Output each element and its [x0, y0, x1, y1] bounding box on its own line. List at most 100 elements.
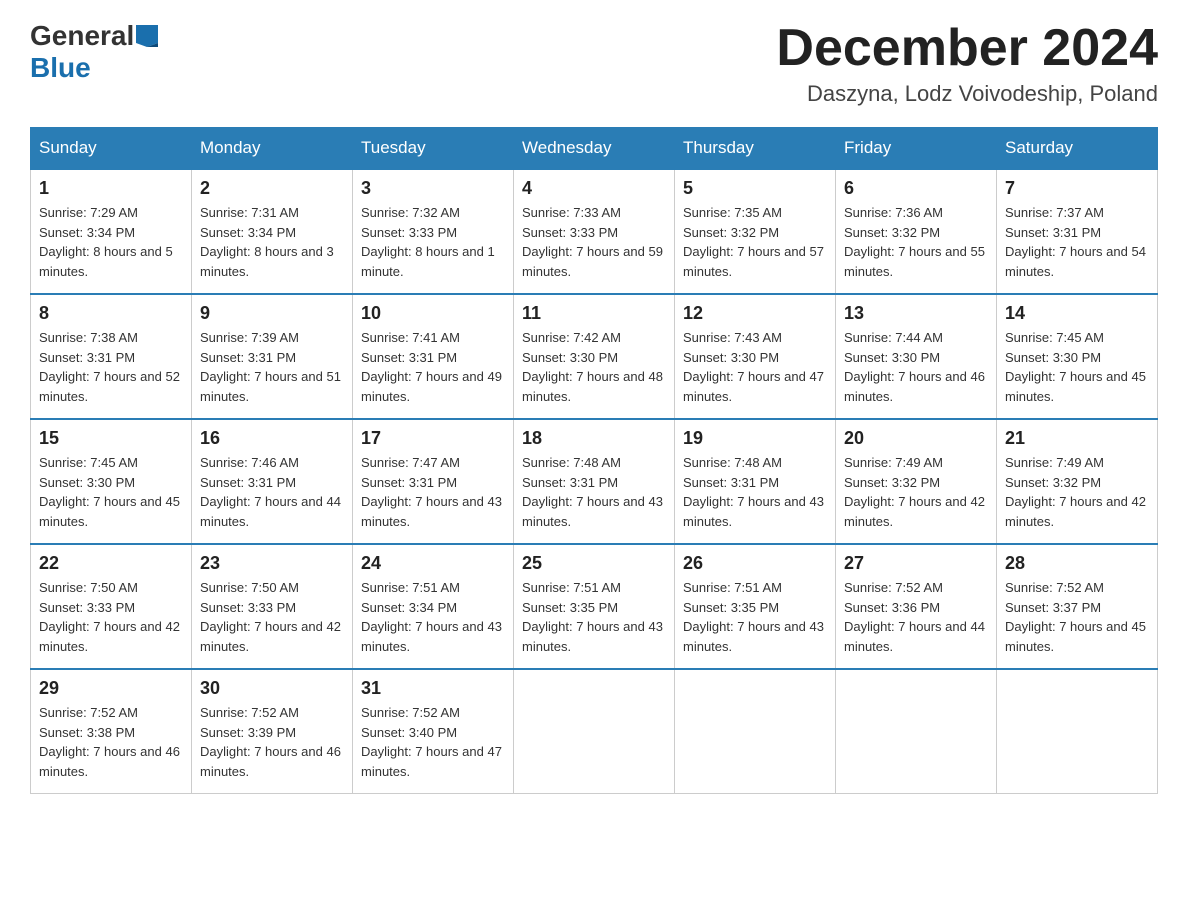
calendar-cell: 5 Sunrise: 7:35 AMSunset: 3:32 PMDayligh… — [675, 169, 836, 294]
calendar-cell: 31 Sunrise: 7:52 AMSunset: 3:40 PMDaylig… — [353, 669, 514, 794]
calendar-cell: 11 Sunrise: 7:42 AMSunset: 3:30 PMDaylig… — [514, 294, 675, 419]
day-number: 27 — [844, 553, 988, 574]
day-info: Sunrise: 7:35 AMSunset: 3:32 PMDaylight:… — [683, 205, 824, 279]
day-number: 21 — [1005, 428, 1149, 449]
calendar-cell: 27 Sunrise: 7:52 AMSunset: 3:36 PMDaylig… — [836, 544, 997, 669]
day-info: Sunrise: 7:32 AMSunset: 3:33 PMDaylight:… — [361, 205, 495, 279]
calendar-cell: 30 Sunrise: 7:52 AMSunset: 3:39 PMDaylig… — [192, 669, 353, 794]
day-number: 24 — [361, 553, 505, 574]
calendar-cell: 12 Sunrise: 7:43 AMSunset: 3:30 PMDaylig… — [675, 294, 836, 419]
day-number: 17 — [361, 428, 505, 449]
calendar-cell: 28 Sunrise: 7:52 AMSunset: 3:37 PMDaylig… — [997, 544, 1158, 669]
day-info: Sunrise: 7:51 AMSunset: 3:35 PMDaylight:… — [683, 580, 824, 654]
day-info: Sunrise: 7:45 AMSunset: 3:30 PMDaylight:… — [1005, 330, 1146, 404]
day-number: 25 — [522, 553, 666, 574]
day-number: 10 — [361, 303, 505, 324]
day-info: Sunrise: 7:46 AMSunset: 3:31 PMDaylight:… — [200, 455, 341, 529]
day-number: 2 — [200, 178, 344, 199]
calendar-cell: 24 Sunrise: 7:51 AMSunset: 3:34 PMDaylig… — [353, 544, 514, 669]
col-header-thursday: Thursday — [675, 128, 836, 170]
day-number: 9 — [200, 303, 344, 324]
calendar-header-row: SundayMondayTuesdayWednesdayThursdayFrid… — [31, 128, 1158, 170]
calendar-cell — [675, 669, 836, 794]
calendar-week-row: 15 Sunrise: 7:45 AMSunset: 3:30 PMDaylig… — [31, 419, 1158, 544]
logo-blue: Blue — [30, 52, 91, 84]
calendar-cell: 13 Sunrise: 7:44 AMSunset: 3:30 PMDaylig… — [836, 294, 997, 419]
calendar-cell: 15 Sunrise: 7:45 AMSunset: 3:30 PMDaylig… — [31, 419, 192, 544]
day-info: Sunrise: 7:37 AMSunset: 3:31 PMDaylight:… — [1005, 205, 1146, 279]
calendar-cell: 21 Sunrise: 7:49 AMSunset: 3:32 PMDaylig… — [997, 419, 1158, 544]
day-number: 26 — [683, 553, 827, 574]
day-number: 15 — [39, 428, 183, 449]
calendar-cell: 4 Sunrise: 7:33 AMSunset: 3:33 PMDayligh… — [514, 169, 675, 294]
logo-icon — [136, 25, 158, 47]
calendar-week-row: 8 Sunrise: 7:38 AMSunset: 3:31 PMDayligh… — [31, 294, 1158, 419]
day-number: 13 — [844, 303, 988, 324]
calendar-cell: 16 Sunrise: 7:46 AMSunset: 3:31 PMDaylig… — [192, 419, 353, 544]
day-number: 19 — [683, 428, 827, 449]
calendar-cell: 1 Sunrise: 7:29 AMSunset: 3:34 PMDayligh… — [31, 169, 192, 294]
day-number: 29 — [39, 678, 183, 699]
col-header-wednesday: Wednesday — [514, 128, 675, 170]
day-number: 16 — [200, 428, 344, 449]
calendar-cell: 7 Sunrise: 7:37 AMSunset: 3:31 PMDayligh… — [997, 169, 1158, 294]
calendar-cell: 6 Sunrise: 7:36 AMSunset: 3:32 PMDayligh… — [836, 169, 997, 294]
calendar-cell — [514, 669, 675, 794]
day-number: 3 — [361, 178, 505, 199]
col-header-tuesday: Tuesday — [353, 128, 514, 170]
day-number: 18 — [522, 428, 666, 449]
day-info: Sunrise: 7:31 AMSunset: 3:34 PMDaylight:… — [200, 205, 334, 279]
day-number: 7 — [1005, 178, 1149, 199]
day-info: Sunrise: 7:52 AMSunset: 3:36 PMDaylight:… — [844, 580, 985, 654]
day-info: Sunrise: 7:52 AMSunset: 3:40 PMDaylight:… — [361, 705, 502, 779]
day-info: Sunrise: 7:39 AMSunset: 3:31 PMDaylight:… — [200, 330, 341, 404]
day-number: 31 — [361, 678, 505, 699]
calendar-cell: 22 Sunrise: 7:50 AMSunset: 3:33 PMDaylig… — [31, 544, 192, 669]
day-info: Sunrise: 7:38 AMSunset: 3:31 PMDaylight:… — [39, 330, 180, 404]
calendar-cell: 25 Sunrise: 7:51 AMSunset: 3:35 PMDaylig… — [514, 544, 675, 669]
day-info: Sunrise: 7:48 AMSunset: 3:31 PMDaylight:… — [522, 455, 663, 529]
day-info: Sunrise: 7:43 AMSunset: 3:30 PMDaylight:… — [683, 330, 824, 404]
col-header-friday: Friday — [836, 128, 997, 170]
day-number: 30 — [200, 678, 344, 699]
day-number: 12 — [683, 303, 827, 324]
day-number: 14 — [1005, 303, 1149, 324]
day-info: Sunrise: 7:29 AMSunset: 3:34 PMDaylight:… — [39, 205, 173, 279]
day-info: Sunrise: 7:49 AMSunset: 3:32 PMDaylight:… — [1005, 455, 1146, 529]
day-info: Sunrise: 7:52 AMSunset: 3:39 PMDaylight:… — [200, 705, 341, 779]
day-info: Sunrise: 7:49 AMSunset: 3:32 PMDaylight:… — [844, 455, 985, 529]
logo: General Blue — [30, 20, 158, 84]
day-number: 22 — [39, 553, 183, 574]
calendar-cell — [997, 669, 1158, 794]
day-info: Sunrise: 7:42 AMSunset: 3:30 PMDaylight:… — [522, 330, 663, 404]
day-info: Sunrise: 7:50 AMSunset: 3:33 PMDaylight:… — [200, 580, 341, 654]
calendar-week-row: 29 Sunrise: 7:52 AMSunset: 3:38 PMDaylig… — [31, 669, 1158, 794]
day-number: 4 — [522, 178, 666, 199]
day-info: Sunrise: 7:44 AMSunset: 3:30 PMDaylight:… — [844, 330, 985, 404]
calendar-cell: 2 Sunrise: 7:31 AMSunset: 3:34 PMDayligh… — [192, 169, 353, 294]
day-number: 20 — [844, 428, 988, 449]
calendar-cell: 10 Sunrise: 7:41 AMSunset: 3:31 PMDaylig… — [353, 294, 514, 419]
calendar-cell: 26 Sunrise: 7:51 AMSunset: 3:35 PMDaylig… — [675, 544, 836, 669]
day-info: Sunrise: 7:45 AMSunset: 3:30 PMDaylight:… — [39, 455, 180, 529]
calendar-cell: 29 Sunrise: 7:52 AMSunset: 3:38 PMDaylig… — [31, 669, 192, 794]
day-info: Sunrise: 7:36 AMSunset: 3:32 PMDaylight:… — [844, 205, 985, 279]
col-header-sunday: Sunday — [31, 128, 192, 170]
day-info: Sunrise: 7:52 AMSunset: 3:37 PMDaylight:… — [1005, 580, 1146, 654]
calendar-week-row: 1 Sunrise: 7:29 AMSunset: 3:34 PMDayligh… — [31, 169, 1158, 294]
calendar-cell — [836, 669, 997, 794]
day-info: Sunrise: 7:50 AMSunset: 3:33 PMDaylight:… — [39, 580, 180, 654]
calendar-cell: 8 Sunrise: 7:38 AMSunset: 3:31 PMDayligh… — [31, 294, 192, 419]
day-info: Sunrise: 7:33 AMSunset: 3:33 PMDaylight:… — [522, 205, 663, 279]
day-info: Sunrise: 7:48 AMSunset: 3:31 PMDaylight:… — [683, 455, 824, 529]
day-info: Sunrise: 7:51 AMSunset: 3:35 PMDaylight:… — [522, 580, 663, 654]
logo-general: General — [30, 20, 134, 52]
calendar-table: SundayMondayTuesdayWednesdayThursdayFrid… — [30, 127, 1158, 794]
col-header-saturday: Saturday — [997, 128, 1158, 170]
page-header: General Blue December 2024 Daszyna, Lodz… — [30, 20, 1158, 107]
calendar-cell: 17 Sunrise: 7:47 AMSunset: 3:31 PMDaylig… — [353, 419, 514, 544]
calendar-cell: 19 Sunrise: 7:48 AMSunset: 3:31 PMDaylig… — [675, 419, 836, 544]
day-number: 23 — [200, 553, 344, 574]
day-info: Sunrise: 7:51 AMSunset: 3:34 PMDaylight:… — [361, 580, 502, 654]
title-block: December 2024 Daszyna, Lodz Voivodeship,… — [776, 20, 1158, 107]
